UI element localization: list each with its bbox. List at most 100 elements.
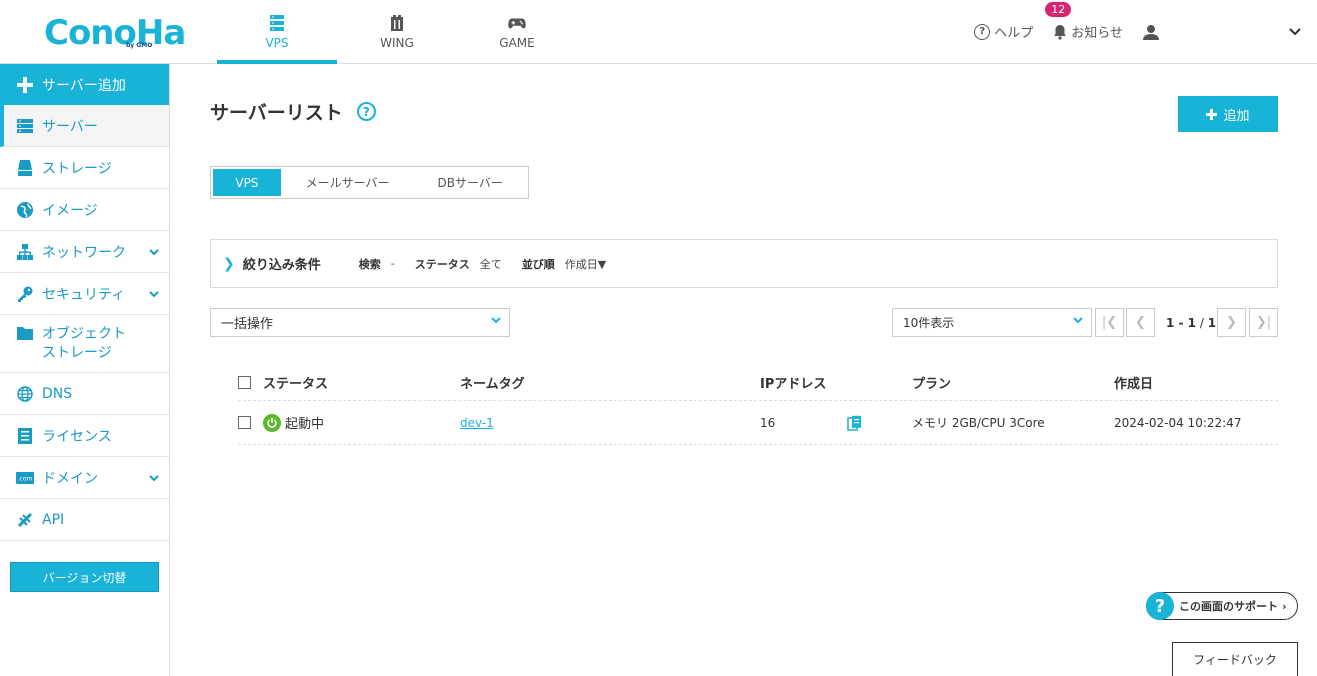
gamepad-icon [508, 14, 526, 32]
per-page-value: 10件表示 [903, 316, 955, 330]
domain-icon: .com [16, 469, 34, 487]
sidebar-item-network[interactable]: ネットワーク [0, 231, 169, 273]
header-created[interactable]: 作成日 [1114, 364, 1153, 400]
logo-sub: by GMO [126, 42, 153, 49]
server-rack-icon [268, 14, 286, 32]
sidebar-item-storage[interactable]: ストレージ [0, 147, 169, 189]
gnav-game[interactable]: GAME [457, 0, 577, 63]
folder-icon [16, 324, 34, 342]
tab-vps[interactable]: VPS [213, 169, 281, 196]
sidebar-item-server[interactable]: サーバー [0, 105, 169, 147]
next-page-button[interactable]: ❯ [1217, 308, 1246, 337]
status-text: 起動中 [285, 417, 325, 432]
power-on-icon [263, 413, 281, 432]
user-menu[interactable] [1143, 24, 1301, 40]
network-icon [16, 243, 34, 261]
filter-status-label: ステータス [414, 257, 470, 271]
row-checkbox[interactable] [238, 416, 251, 429]
question-icon[interactable]: ? [356, 102, 376, 121]
sidebar-item-image[interactable]: イメージ [0, 189, 169, 231]
gnav-wing-label: WING [380, 35, 414, 50]
header-status[interactable]: ステータス [263, 364, 328, 400]
chevron-right-icon: ❯ [223, 255, 235, 272]
sidebar-item-label: オブジェクト ストレージ [42, 325, 126, 363]
globe-grid-icon [16, 385, 34, 403]
sidebar-item-label: セキュリティ [42, 286, 126, 303]
header-plan[interactable]: プラン [912, 364, 951, 400]
sidebar-item-label: ライセンス [42, 428, 112, 445]
main-content: サーバーリスト ? 追加 VPS メールサーバー DBサーバー ❯ 絞り込み条件… [170, 64, 1317, 676]
help-link[interactable]: ? ヘルプ [974, 22, 1033, 41]
tab-mail-server[interactable]: メールサーバー [281, 169, 415, 196]
add-button[interactable]: 追加 [1178, 96, 1278, 132]
conoha-logo[interactable]: ConoHa by GMO [44, 10, 186, 52]
plus-icon [16, 76, 34, 94]
sidebar-item-label: ドメイン [42, 470, 98, 487]
add-server-button[interactable]: サーバー追加 [0, 64, 169, 105]
filter-search-value: - [390, 257, 395, 270]
page-title: サーバーリスト ? [210, 98, 376, 125]
header-ip: IPアドレス [760, 376, 827, 392]
bulk-action-value: 一括操作 [221, 317, 274, 332]
copy-icon[interactable] [847, 401, 863, 444]
server-name-link[interactable]: dev-1 [460, 416, 494, 430]
header-name-tag[interactable]: ネームタグ [460, 364, 525, 400]
select-all-checkbox[interactable] [238, 375, 251, 389]
per-page-select[interactable]: 10件表示 [892, 308, 1092, 337]
pagination-separator: / [1196, 315, 1208, 330]
sidebar-item-label: ネットワーク [42, 244, 126, 261]
filter-panel[interactable]: ❯ 絞り込み条件 検索 - ステータス 全て 並び順 作成日▼ [210, 239, 1278, 288]
bell-icon [1053, 24, 1067, 40]
add-server-label: サーバー追加 [42, 77, 126, 94]
select-all-cell [238, 364, 251, 400]
last-page-button[interactable]: ❯| [1249, 308, 1278, 337]
version-switch-button[interactable]: バージョン切替 [10, 562, 159, 592]
license-icon [16, 427, 34, 445]
gnav-wing[interactable]: WING [337, 0, 457, 63]
sidebar-item-label: イメージ [42, 202, 98, 219]
created-cell: 2024-02-04 10:22:47 [1114, 401, 1241, 444]
filter-sort-value: 作成日▼ [564, 257, 607, 271]
sidebar-item-label: API [42, 511, 65, 528]
row-select-cell [238, 401, 251, 444]
plan-cell: メモリ 2GB/CPU 3Core [912, 401, 1045, 444]
chevron-down-icon [149, 246, 159, 259]
tab-db-server[interactable]: DBサーバー [414, 169, 526, 196]
table-header: ステータス ネームタグ IPアドレス プラン 作成日 [238, 364, 1278, 401]
notice-link[interactable]: 12 お知らせ [1045, 2, 1123, 41]
sidebar: サーバー追加 サーバー ストレージ イメージ ネットワーク セキュリティ オブジ… [0, 64, 170, 676]
global-nav: VPS WING GAME [217, 0, 577, 64]
ip-cell: 16 [760, 401, 775, 444]
sidebar-item-license[interactable]: ライセンス [0, 415, 169, 457]
sidebar-item-security[interactable]: セキュリティ [0, 273, 169, 315]
gnav-vps[interactable]: VPS [217, 0, 337, 64]
status-cell: 起動中 [263, 401, 324, 444]
chevron-down-icon [1289, 27, 1301, 36]
add-button-label: 追加 [1223, 108, 1250, 124]
storage-icon [16, 159, 34, 177]
notice-count-badge: 12 [1045, 2, 1072, 17]
prev-page-button[interactable]: ❮ [1126, 308, 1155, 337]
created-text: 2024-02-04 10:22:47 [1114, 415, 1242, 430]
pagination-info: 1 - 1 / 1 [1166, 308, 1216, 337]
object-storage-line2: ストレージ [42, 344, 112, 361]
bulk-action-select[interactable]: 一括操作 [210, 308, 510, 337]
chevron-right-icon: › [1282, 599, 1287, 613]
gnav-game-label: GAME [499, 35, 535, 50]
key-icon [16, 285, 34, 303]
globe-icon [16, 201, 34, 219]
support-label: この画面のサポート [1179, 600, 1278, 613]
first-page-button[interactable]: |❮ [1095, 308, 1124, 337]
sidebar-item-dns[interactable]: DNS [0, 373, 169, 415]
feedback-button[interactable]: フィードバック [1172, 642, 1298, 676]
sidebar-item-object-storage[interactable]: オブジェクト ストレージ [0, 315, 169, 373]
sidebar-item-api[interactable]: API [0, 499, 169, 541]
chevron-down-icon [149, 288, 159, 301]
screen-support-button[interactable]: ? この画面のサポート › [1146, 592, 1298, 620]
page-title-text: サーバーリスト [210, 102, 343, 124]
sidebar-item-label: サーバー [42, 118, 98, 135]
plan-text: メモリ 2GB/CPU 3Core [912, 416, 1045, 430]
api-icon [16, 511, 34, 529]
sidebar-item-domain[interactable]: .com ドメイン [0, 457, 169, 499]
pagination-range: 1 - 1 [1166, 315, 1197, 330]
